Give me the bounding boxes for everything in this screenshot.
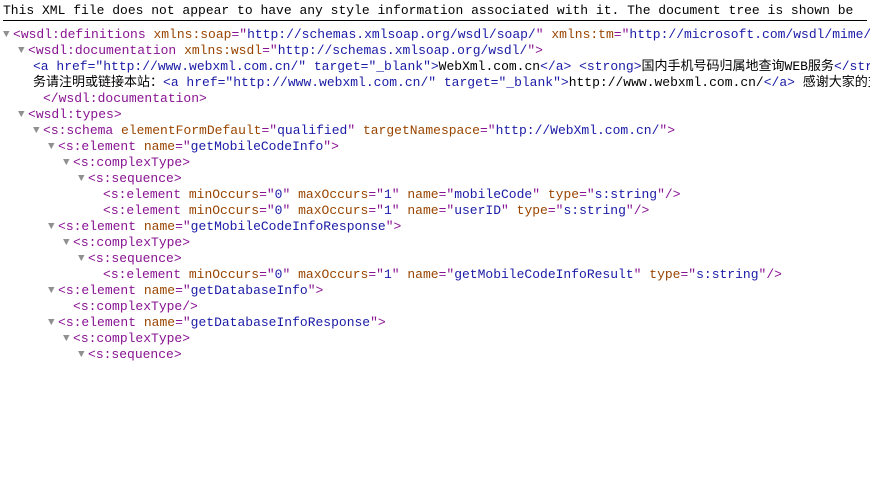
node-complextype: ▼<s:complexType>▼<s:sequence>▼<s:element… (63, 235, 867, 283)
toggle-icon[interactable]: ▼ (63, 235, 73, 251)
toggle-icon[interactable]: ▼ (48, 283, 58, 299)
inner-element: ▼<s:element minOccurs="0" maxOccurs="1" … (93, 187, 867, 203)
no-style-header: This XML file does not appear to have an… (3, 3, 867, 18)
node-element: ▼<s:element name="getMobileCodeInfo">▼<s… (48, 139, 867, 219)
node-sequence: ▼<s:sequence> (78, 347, 867, 363)
documentation-open-tag: <wsdl:documentation xmlns:wsdl="http://s… (28, 43, 543, 58)
definitions-open-tag: <wsdl:definitions xmlns:soap="http://sch… (13, 27, 870, 42)
schema-open-tag: <s:schema elementFormDefault="qualified"… (43, 123, 675, 138)
toggle-icon[interactable]: ▼ (18, 107, 28, 123)
xml-tree: ▼<wsdl:definitions xmlns:soap="http://sc… (3, 27, 867, 363)
toggle-icon[interactable]: ▼ (78, 347, 88, 363)
inner-element: ▼<s:element minOccurs="0" maxOccurs="1" … (93, 203, 867, 219)
node-element: ▼<s:element name="getDatabaseInfo">▼<s:c… (48, 283, 867, 315)
toggle-icon[interactable]: ▼ (78, 251, 88, 267)
toggle-icon[interactable]: ▼ (48, 219, 58, 235)
toggle-icon[interactable]: ▼ (18, 43, 28, 59)
node-sequence: ▼<s:sequence>▼<s:element minOccurs="0" m… (78, 171, 867, 219)
documentation-close-tag: </wsdl:documentation> (33, 91, 867, 107)
toggle-icon[interactable]: ▼ (33, 123, 43, 139)
node-sequence: ▼<s:sequence>▼<s:element minOccurs="0" m… (78, 251, 867, 283)
toggle-icon[interactable]: ▼ (48, 139, 58, 155)
toggle-icon[interactable]: ▼ (3, 27, 13, 43)
node-element: ▼<s:element name="getDatabaseInfoRespons… (48, 315, 867, 363)
documentation-content: <a href="http://www.webxml.com.cn/" targ… (33, 59, 867, 91)
toggle-icon[interactable]: ▼ (63, 155, 73, 171)
node-complextype: ▼<s:complexType>▼<s:sequence>▼<s:element… (63, 155, 867, 219)
node-documentation: ▼<wsdl:documentation xmlns:wsdl="http://… (18, 43, 867, 107)
node-definitions: ▼<wsdl:definitions xmlns:soap="http://sc… (3, 27, 867, 363)
node-types: ▼<wsdl:types> ▼<s:schema elementFormDefa… (18, 107, 867, 363)
toggle-icon[interactable]: ▼ (48, 315, 58, 331)
node-complextype: ▼<s:complexType>▼<s:sequence> (63, 331, 867, 363)
separator (3, 20, 867, 21)
node-element: ▼<s:element name="getMobileCodeInfoRespo… (48, 219, 867, 283)
toggle-icon[interactable]: ▼ (63, 331, 73, 347)
complextype-self: ▼<s:complexType/> (63, 299, 867, 315)
inner-element: ▼<s:element minOccurs="0" maxOccurs="1" … (93, 267, 867, 283)
types-open-tag: <wsdl:types> (28, 107, 122, 122)
node-schema: ▼<s:schema elementFormDefault="qualified… (33, 123, 867, 363)
header-text: This XML file does not appear to have an… (3, 3, 853, 18)
toggle-icon[interactable]: ▼ (78, 171, 88, 187)
